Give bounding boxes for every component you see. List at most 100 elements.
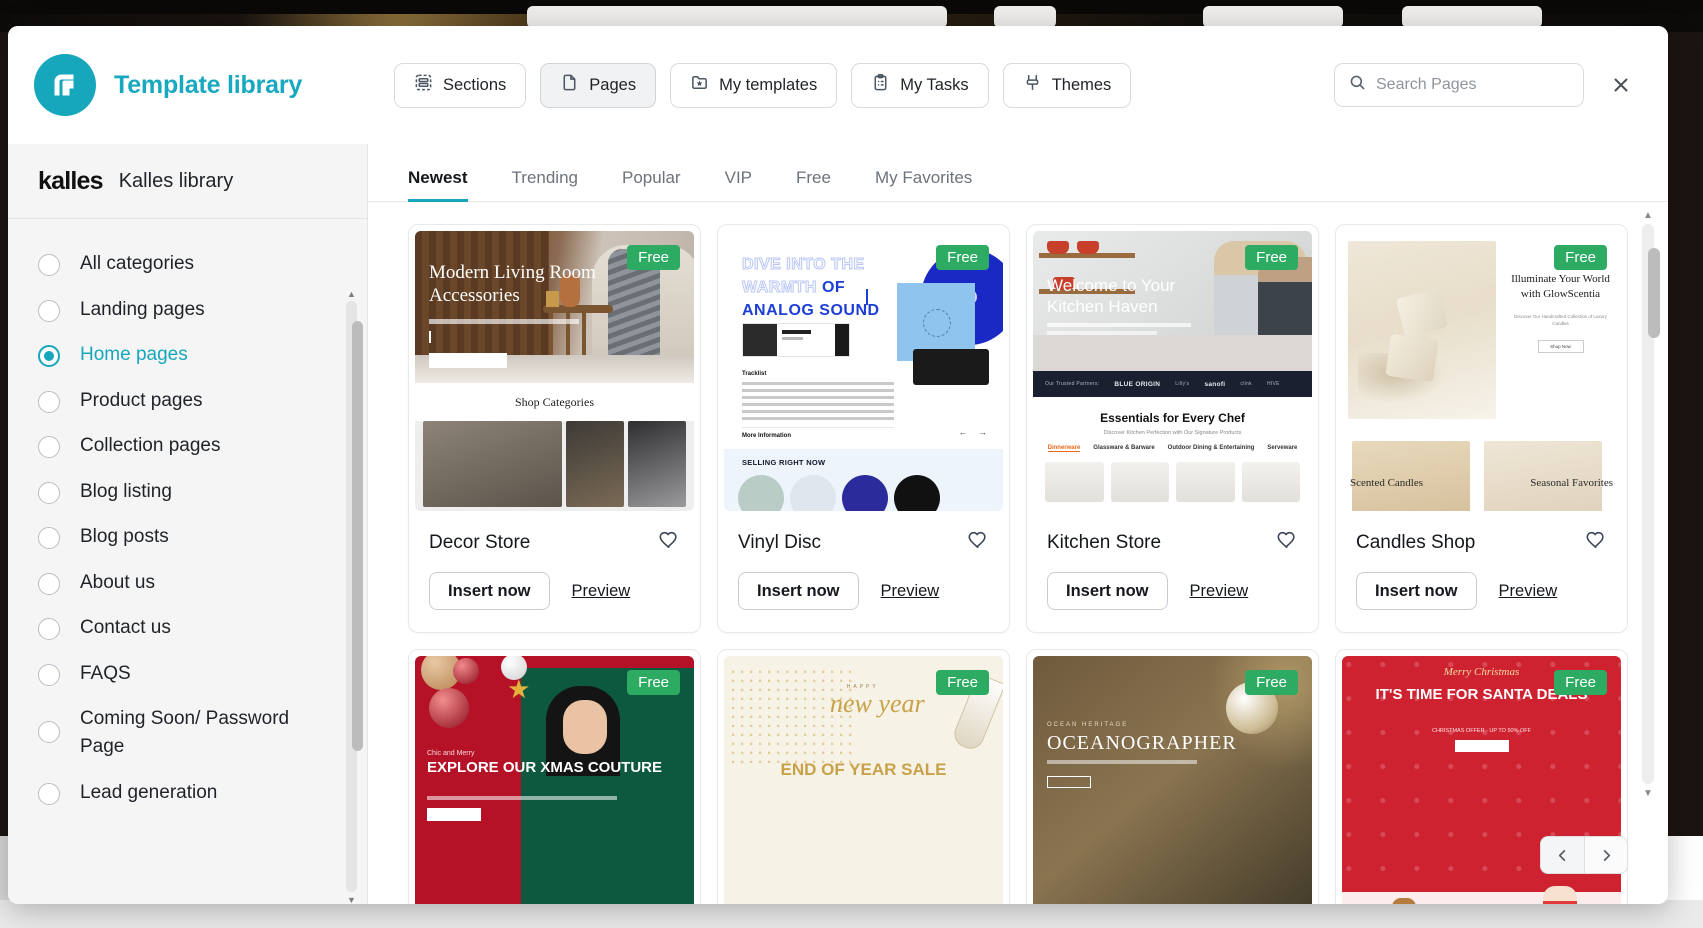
heart-icon[interactable] <box>658 529 680 556</box>
sidebar-item-blog-posts[interactable]: Blog posts <box>8 514 367 560</box>
sidebar-item-all-categories[interactable]: All categories <box>8 241 367 287</box>
template-card[interactable]: ★ Chic and Merry EXPLORE OUR XMAS COUTUR… <box>408 649 701 904</box>
template-card[interactable]: ✦ Illuminate Your World with GlowScentia… <box>1335 224 1628 633</box>
template-thumbnail[interactable]: ✦ Illuminate Your World with GlowScentia… <box>1342 231 1621 511</box>
scroll-down-icon[interactable]: ▼ <box>1642 787 1654 799</box>
sidebar-item-landing-pages[interactable]: Landing pages <box>8 287 367 333</box>
heart-icon[interactable] <box>1276 529 1298 556</box>
thumb-nav-item: Outdoor Dining & Entertaining <box>1167 445 1255 451</box>
brand: Template library <box>34 54 394 116</box>
sidebar-item-blog-listing[interactable]: Blog listing <box>8 469 367 515</box>
pagination <box>1540 836 1628 874</box>
sidebar-item-faqs[interactable]: FAQS <box>8 651 367 697</box>
thumb-partner: clink <box>1240 381 1252 387</box>
tab-sections[interactable]: Sections <box>394 62 527 108</box>
insert-now-button[interactable]: Insert now <box>1356 572 1477 610</box>
heart-icon[interactable] <box>967 529 989 556</box>
sidebar-item-lead-generation[interactable]: Lead generation <box>8 770 367 816</box>
category-label: Landing pages <box>80 298 205 320</box>
sidebar-item-coming-soon[interactable]: Coming Soon/ Password Page <box>8 696 367 769</box>
template-card[interactable]: DIVE INTO THE WARMTH OF ANALOG SOUND Tra… <box>717 224 1010 633</box>
chevron-left-icon[interactable] <box>1540 836 1584 874</box>
template-thumbnail[interactable]: HAPPY new year END OF YEAR SALE Free <box>724 656 1003 904</box>
thumb-section-title: SELLING RIGHT NOW <box>742 458 826 467</box>
radio-icon <box>38 254 60 276</box>
template-card[interactable]: HAPPY new year END OF YEAR SALE Free New… <box>717 649 1010 904</box>
thumb-subline: CHRISTMAS OFFER - UP TO 50% OFF <box>1431 728 1532 734</box>
thumb-partner: BLUE ORIGIN <box>1114 380 1161 388</box>
category-list: All categories Landing pages Home pages … <box>8 219 367 904</box>
category-label: Coming Soon/ Password Page <box>80 708 290 758</box>
radio-icon <box>38 782 60 805</box>
category-label: About us <box>80 571 155 593</box>
filter-newest[interactable]: Newest <box>408 168 490 202</box>
template-thumbnail[interactable]: DIVE INTO THE WARMTH OF ANALOG SOUND Tra… <box>724 231 1003 511</box>
sidebar-scrollbar[interactable]: ▲ ▼ <box>346 289 363 904</box>
heart-icon[interactable] <box>1585 529 1607 556</box>
sidebar-item-about-us[interactable]: About us <box>8 560 367 606</box>
insert-now-button[interactable]: Insert now <box>1047 572 1168 610</box>
thumb-partner: Lilly's <box>1175 381 1190 387</box>
insert-now-button[interactable]: Insert now <box>738 572 859 610</box>
chevron-right-icon[interactable] <box>1584 836 1628 874</box>
filter-trending[interactable]: Trending <box>490 168 600 201</box>
filter-vip[interactable]: VIP <box>703 168 774 201</box>
category-label: Lead generation <box>80 781 218 803</box>
scrollbar-thumb[interactable] <box>1648 248 1660 338</box>
category-label: Home pages <box>80 344 188 366</box>
status-badge: Free <box>1245 670 1298 695</box>
preview-link[interactable]: Preview <box>881 582 940 601</box>
search-icon <box>1349 74 1366 96</box>
insert-now-button[interactable]: Insert now <box>429 572 550 610</box>
filter-my-favorites[interactable]: My Favorites <box>853 168 994 201</box>
status-badge: Free <box>627 670 680 695</box>
paintbrush-icon <box>1023 73 1042 97</box>
radio-icon <box>38 390 60 413</box>
template-thumbnail[interactable]: Modern Living Room Accessories Shop Cate… <box>415 231 694 511</box>
category-label: Blog posts <box>80 526 169 548</box>
close-icon[interactable] <box>1604 68 1638 102</box>
modal-body: kalles Kalles library All categories Lan… <box>8 144 1668 904</box>
template-card-info: Kitchen Store <box>1027 511 1318 556</box>
tab-my-templates[interactable]: My templates <box>670 62 838 108</box>
filter-popular[interactable]: Popular <box>600 168 703 201</box>
template-card-info: Vinyl Disc <box>718 511 1009 556</box>
search-box[interactable] <box>1334 63 1584 107</box>
thumb-partner: sanofi <box>1204 380 1226 388</box>
template-card[interactable]: OCEAN HERITAGE OCEANOGRAPHER Free Oceano… <box>1026 649 1319 904</box>
thumb-section-title: Essentials for Every Chef <box>1100 411 1245 425</box>
scroll-up-icon[interactable]: ▲ <box>1642 209 1654 221</box>
template-thumbnail[interactable]: ★ Chic and Merry EXPLORE OUR XMAS COUTUR… <box>415 656 694 904</box>
sidebar-item-home-pages[interactable]: Home pages <box>8 332 367 378</box>
status-badge: Free <box>1554 245 1607 270</box>
sidebar-item-collection-pages[interactable]: Collection pages <box>8 423 367 469</box>
tab-themes[interactable]: Themes <box>1002 62 1132 108</box>
page-icon <box>560 73 579 97</box>
template-title: Vinyl Disc <box>738 531 822 553</box>
preview-link[interactable]: Preview <box>1499 582 1558 601</box>
template-card[interactable]: Welcome to Your Kitchen Haven Our Truste… <box>1026 224 1319 633</box>
scroll-down-icon[interactable]: ▼ <box>346 894 357 905</box>
radio-icon <box>38 527 60 550</box>
content-scrollbar[interactable]: ▲ ▼ <box>1642 210 1660 799</box>
scroll-up-icon[interactable]: ▲ <box>346 288 357 299</box>
search-input[interactable] <box>1376 76 1569 94</box>
thumb-headline-ghost: DIVE INTO THE WARMTH <box>742 255 865 297</box>
scrollbar-thumb[interactable] <box>352 321 363 751</box>
preview-link[interactable]: Preview <box>1190 582 1249 601</box>
sidebar-item-contact-us[interactable]: Contact us <box>8 605 367 651</box>
filter-free[interactable]: Free <box>774 168 853 201</box>
preview-link[interactable]: Preview <box>572 582 631 601</box>
tab-pages[interactable]: Pages <box>540 62 657 108</box>
template-thumbnail[interactable]: Welcome to Your Kitchen Haven Our Truste… <box>1033 231 1312 511</box>
backdrop-chip <box>527 6 947 28</box>
template-card[interactable]: Modern Living Room Accessories Shop Cate… <box>408 224 701 633</box>
thumb-headline: Modern Living Room Accessories <box>429 262 596 307</box>
tab-label: Pages <box>589 75 637 94</box>
template-thumbnail[interactable]: OCEAN HERITAGE OCEANOGRAPHER Free <box>1033 656 1312 904</box>
tab-my-tasks[interactable]: My Tasks <box>851 62 989 108</box>
sidebar-item-product-pages[interactable]: Product pages <box>8 378 367 424</box>
thumb-partner: HIVE <box>1266 381 1280 387</box>
page-title: Template library <box>114 70 303 99</box>
status-badge: Free <box>936 245 989 270</box>
